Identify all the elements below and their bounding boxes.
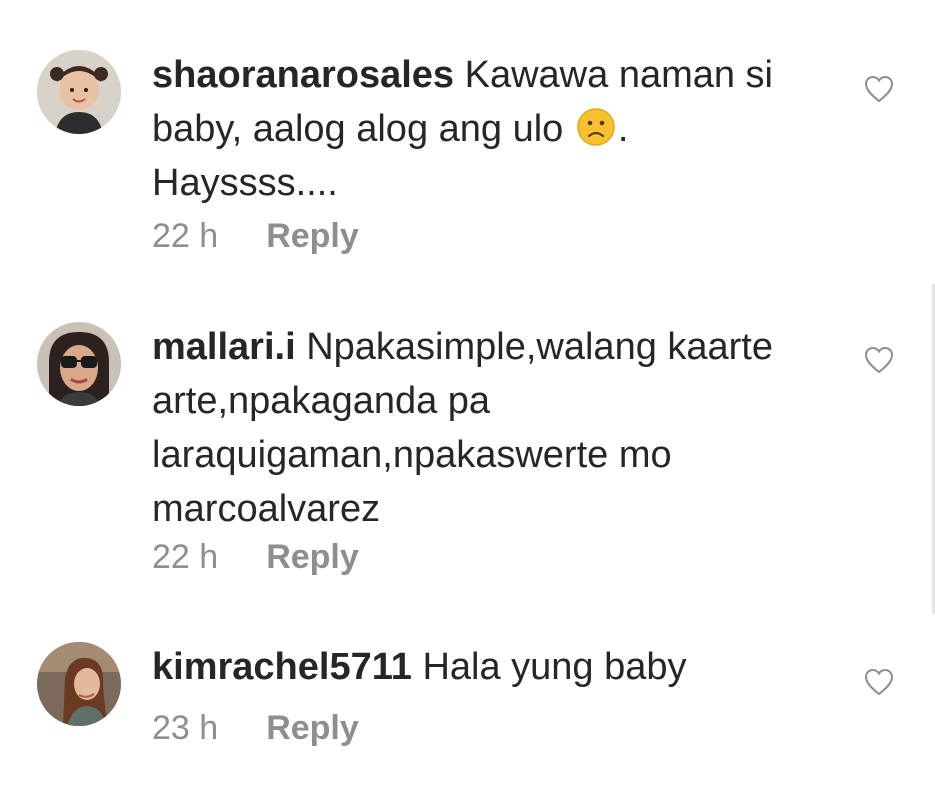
slightly-frowning-face-icon [577, 108, 615, 146]
comment-meta: 23 h Reply [152, 708, 359, 748]
comment-timestamp: 22 h [152, 217, 219, 255]
comment-meta: 22 h Reply [152, 216, 359, 256]
comment-username[interactable]: kimrachel5711 [152, 646, 412, 688]
reply-button[interactable]: Reply [266, 216, 359, 256]
heart-icon[interactable] [864, 346, 894, 374]
comment-meta: 22 h Reply [152, 537, 359, 577]
heart-icon[interactable] [864, 75, 894, 103]
reply-button[interactable]: Reply [266, 537, 359, 577]
reply-button[interactable]: Reply [266, 708, 359, 748]
comment-timestamp: 22 h [152, 538, 219, 576]
avatar[interactable] [37, 322, 121, 406]
comment-username[interactable]: shaoranarosales [152, 54, 454, 96]
avatar[interactable] [37, 50, 121, 134]
heart-icon[interactable] [864, 668, 894, 696]
comment-username[interactable]: mallari.i [152, 326, 296, 368]
comment-text: shaoranarosales Kawawa naman si baby, aa… [152, 48, 792, 210]
comment-timestamp: 23 h [152, 709, 219, 747]
comment-text: mallari.i Npakasimple,walang kaarte arte… [152, 320, 792, 536]
avatar[interactable] [37, 642, 121, 726]
comment-body: Hala yung baby [422, 646, 687, 688]
comment-text: kimrachel5711 Hala yung baby [152, 640, 792, 694]
